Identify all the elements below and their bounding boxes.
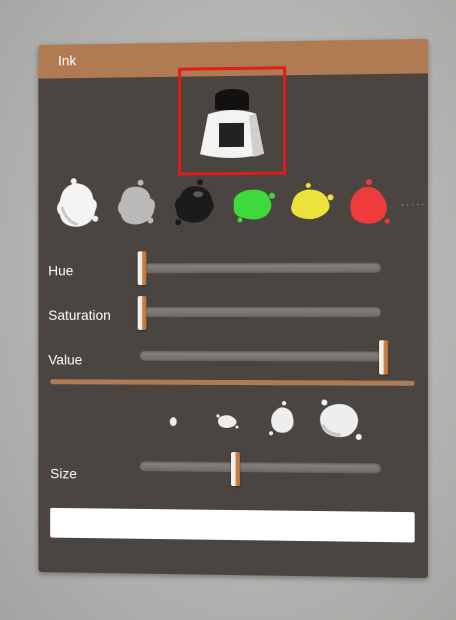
size-slider[interactable]: [140, 461, 381, 473]
color-palette: ·····: [52, 174, 428, 234]
section-divider: [50, 379, 415, 386]
saturation-slider-handle[interactable]: [138, 296, 147, 330]
brush-size-1-icon[interactable]: [168, 415, 178, 427]
palette-more-indicator[interactable]: ·····: [400, 197, 425, 211]
text-input-field[interactable]: [50, 508, 415, 543]
saturation-label: Saturation: [48, 307, 111, 323]
ink-bottle-icon: [181, 69, 283, 172]
brush-size-2-icon[interactable]: [214, 410, 240, 432]
swatch-light-gray[interactable]: [111, 177, 160, 233]
value-slider[interactable]: [140, 351, 384, 362]
panel-title: Ink: [58, 52, 76, 68]
swatch-black[interactable]: [168, 176, 218, 232]
value-label: Value: [48, 352, 82, 368]
swatch-white[interactable]: [52, 177, 101, 233]
brush-size-4-icon[interactable]: [314, 398, 363, 443]
ink-panel: Ink ····· Hue Saturation Value Size: [38, 39, 428, 578]
hue-label: Hue: [48, 262, 73, 278]
swatch-red[interactable]: [343, 175, 394, 232]
swatch-green[interactable]: [226, 176, 276, 232]
hue-slider[interactable]: [141, 263, 381, 274]
size-label: Size: [50, 465, 77, 481]
size-slider-handle[interactable]: [231, 452, 240, 486]
brush-size-3-icon[interactable]: [266, 400, 298, 438]
swatch-yellow[interactable]: [284, 175, 334, 232]
saturation-slider[interactable]: [141, 307, 381, 317]
hue-slider-handle[interactable]: [138, 251, 147, 285]
ink-bottle-button[interactable]: [178, 66, 286, 175]
value-slider-handle[interactable]: [379, 340, 388, 374]
